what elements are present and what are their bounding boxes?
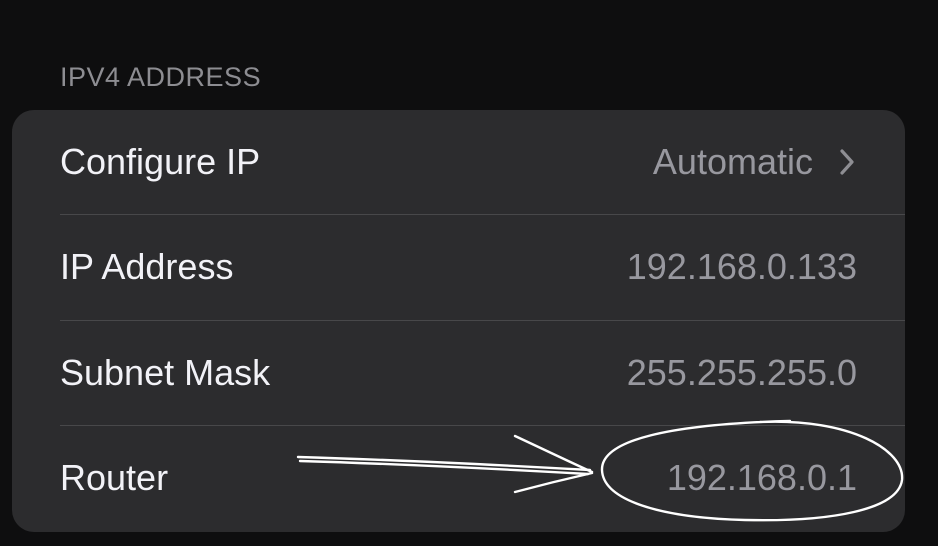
subnet-mask-label: Subnet Mask [60,352,271,393]
ip-address-value: 192.168.0.133 [626,246,857,287]
ipv4-settings-screen: IPV4 ADDRESS Configure IP Automatic IP A… [0,0,938,546]
subnet-mask-value: 255.255.255.0 [626,352,857,393]
router-label: Router [60,457,169,498]
row-router: Router 192.168.0.1 [12,426,905,530]
chevron-right-icon [840,149,854,175]
section-header-ipv4: IPV4 ADDRESS [60,62,262,92]
configure-ip-value: Automatic [652,141,813,182]
configure-ip-label: Configure IP [60,141,261,182]
ip-address-label: IP Address [60,246,234,287]
row-configure-ip[interactable]: Configure IP Automatic [12,110,905,214]
router-value: 192.168.0.1 [666,457,857,498]
ipv4-settings-group: Configure IP Automatic IP Address 192.16… [12,110,905,532]
row-subnet-mask: Subnet Mask 255.255.255.0 [12,321,905,425]
row-ip-address: IP Address 192.168.0.133 [12,215,905,319]
